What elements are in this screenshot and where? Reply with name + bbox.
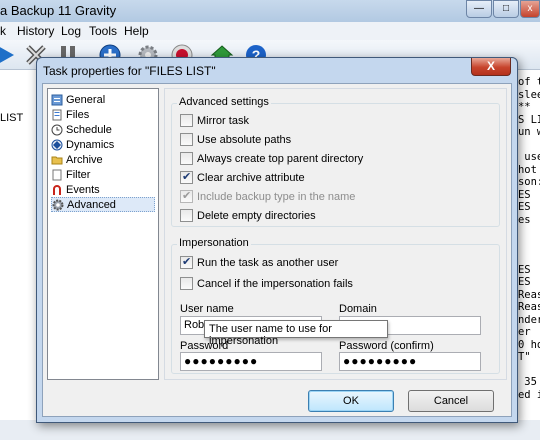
cancel-button[interactable]: Cancel	[408, 390, 494, 412]
nav-label-filter: Filter	[66, 168, 91, 181]
parent-directory-label: Always create top parent directory	[197, 152, 364, 165]
menu-item-log[interactable]: Log	[61, 24, 81, 38]
dialog-title: Task properties for "FILES LIST"	[43, 64, 216, 78]
menu-item-history[interactable]: History	[17, 24, 54, 38]
cancel-impersonation-box[interactable]	[180, 277, 193, 290]
dialog-close-button[interactable]: X	[471, 58, 511, 76]
nav-item-schedule[interactable]: Schedule	[51, 122, 155, 137]
menu-item-help[interactable]: Help	[124, 24, 149, 38]
include-backup-type-label: Include backup type in the name	[197, 190, 356, 203]
files-icon	[51, 109, 63, 121]
parent-directory-box[interactable]	[180, 152, 193, 165]
delete-empty-dirs-label: Delete empty directories	[197, 209, 316, 222]
dynamics-icon	[51, 139, 63, 151]
nav-item-events[interactable]: Events	[51, 182, 155, 197]
task-list-item[interactable]: LIST	[0, 112, 23, 124]
mirror-task-box[interactable]	[180, 114, 193, 127]
nav-label-archive: Archive	[66, 153, 103, 166]
task-properties-dialog: Task properties for "FILES LIST" X Gener…	[36, 57, 518, 423]
delete-empty-dirs-box[interactable]	[180, 209, 193, 222]
cancel-impersonation-checkbox[interactable]: Cancel if the impersonation fails	[180, 276, 353, 291]
advanced-icon	[52, 199, 64, 211]
properties-nav-tree: General Files Schedule Dynamics Archive …	[47, 88, 159, 380]
domain-label: Domain	[339, 303, 377, 315]
mirror-task-checkbox[interactable]: Mirror task	[180, 113, 249, 128]
status-bar	[0, 420, 540, 440]
schedule-icon	[51, 124, 63, 136]
absolute-paths-box[interactable]	[180, 133, 193, 146]
include-backup-type-box	[180, 189, 193, 203]
run-arrow-icon[interactable]	[0, 43, 18, 67]
advanced-settings-label: Advanced settings	[177, 96, 271, 108]
clear-archive-box[interactable]	[180, 170, 193, 184]
run-as-user-box[interactable]	[180, 255, 193, 269]
advanced-settings-group: Advanced settings Mirror task Use absolu…	[171, 96, 500, 227]
nav-item-general[interactable]: General	[51, 92, 155, 107]
nav-label-advanced: Advanced	[67, 198, 116, 211]
task-list-panel: LIST	[0, 70, 40, 440]
nav-item-dynamics[interactable]: Dynamics	[51, 137, 155, 152]
cancel-impersonation-label: Cancel if the impersonation fails	[197, 277, 353, 290]
absolute-paths-checkbox[interactable]: Use absolute paths	[180, 132, 291, 147]
main-menu-bar: k History Log Tools Help	[0, 22, 540, 40]
impersonation-label: Impersonation	[177, 237, 251, 249]
nav-label-events: Events	[66, 183, 100, 196]
nav-item-advanced[interactable]: Advanced	[51, 197, 155, 212]
clear-archive-label: Clear archive attribute	[197, 171, 305, 184]
nav-item-filter[interactable]: Filter	[51, 167, 155, 182]
clear-archive-checkbox[interactable]: Clear archive attribute	[180, 170, 305, 185]
password-confirm-label: Password (confirm)	[339, 340, 434, 352]
nav-item-archive[interactable]: Archive	[51, 152, 155, 167]
archive-icon	[51, 154, 63, 166]
main-title-bar: a Backup 11 Gravity — □ x	[0, 0, 540, 22]
filter-icon	[51, 169, 63, 181]
maximize-icon[interactable]: □	[493, 0, 519, 18]
password-confirm-field[interactable]: ●●●●●●●●●	[339, 352, 481, 371]
menu-item-tools[interactable]: Tools	[89, 24, 117, 38]
nav-item-files[interactable]: Files	[51, 107, 155, 122]
minimize-icon[interactable]: —	[466, 0, 492, 18]
nav-label-schedule: Schedule	[66, 123, 112, 136]
menu-item-partial[interactable]: k	[0, 24, 6, 38]
nav-label-files: Files	[66, 108, 90, 121]
events-icon	[51, 184, 63, 196]
username-tooltip: The user name to use for impersonation	[204, 320, 388, 347]
include-backup-type-checkbox: Include backup type in the name	[180, 189, 355, 204]
run-as-user-label: Run the task as another user	[197, 256, 339, 269]
mirror-task-label: Mirror task	[197, 114, 249, 127]
parent-directory-checkbox[interactable]: Always create top parent directory	[180, 151, 363, 166]
absolute-paths-label: Use absolute paths	[197, 133, 292, 146]
ok-button[interactable]: OK	[308, 390, 394, 412]
run-as-user-checkbox[interactable]: Run the task as another user	[180, 255, 338, 270]
close-icon[interactable]: x	[520, 0, 540, 18]
main-window-title: a Backup 11 Gravity	[0, 3, 117, 18]
general-icon	[51, 94, 63, 106]
password-field[interactable]: ●●●●●●●●●	[180, 352, 322, 371]
dialog-body: General Files Schedule Dynamics Archive …	[42, 83, 512, 417]
nav-label-dynamics: Dynamics	[66, 138, 115, 151]
nav-label-general: General	[66, 93, 106, 106]
impersonation-group: Impersonation Run the task as another us…	[171, 237, 500, 374]
username-label: User name	[180, 303, 234, 315]
delete-empty-dirs-checkbox[interactable]: Delete empty directories	[180, 208, 316, 223]
